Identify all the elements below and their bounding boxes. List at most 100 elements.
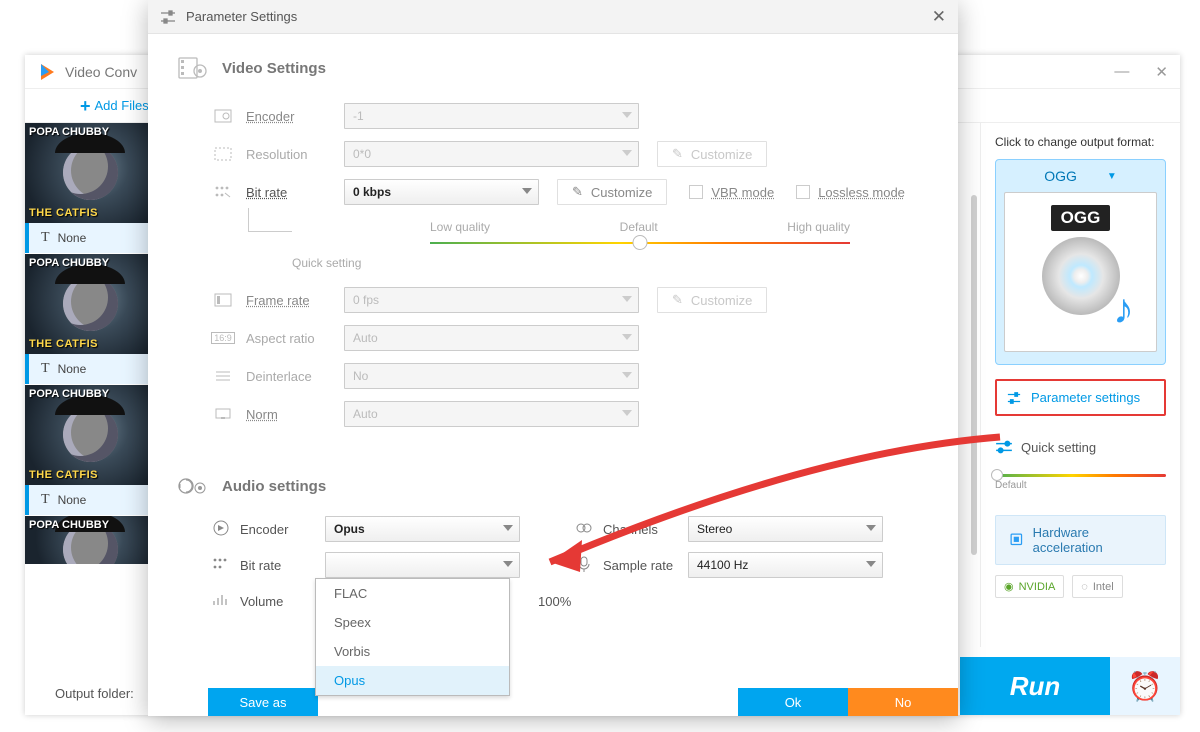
chevron-down-icon — [622, 372, 632, 378]
sliders-icon — [1007, 391, 1021, 405]
framerate-icon — [212, 293, 234, 307]
volume-icon — [212, 593, 230, 610]
pencil-icon: ✎ — [672, 146, 683, 162]
intel-badge[interactable]: ◌ Intel — [1072, 575, 1122, 598]
lossless-label: Lossless mode — [818, 185, 905, 200]
framerate-combo: 0 fps — [344, 287, 639, 313]
film-gear-icon — [178, 56, 208, 80]
chevron-down-icon — [866, 561, 876, 567]
video-thumbnail: POPA CHUBBY — [25, 516, 155, 564]
channels-combo[interactable]: Stereo — [688, 516, 883, 542]
ok-button[interactable]: Ok — [738, 688, 848, 716]
encoder-icon — [212, 519, 230, 540]
default-quality-label: Default — [620, 220, 658, 234]
thumb-subtitle: THE CATFIS — [29, 469, 151, 481]
minimize-icon[interactable]: — — [1114, 63, 1129, 81]
output-format-box[interactable]: OGG ▼ OGG ♪ — [995, 159, 1166, 365]
bitrate-icon — [212, 557, 230, 574]
audio-bitrate-combo[interactable] — [325, 552, 520, 578]
video-settings-header: Video Settings — [178, 56, 928, 80]
resolution-label: Resolution — [234, 147, 344, 162]
video-encoder-combo: -1 — [344, 103, 639, 129]
lossless-checkbox[interactable] — [796, 185, 810, 199]
audio-bitrate-label: Bit rate — [230, 558, 325, 573]
slider-handle[interactable] — [991, 469, 1003, 481]
chevron-down-icon — [622, 410, 632, 416]
video-subtitle-tag[interactable]: TNone — [25, 485, 155, 515]
dropdown-option[interactable]: FLAC — [316, 579, 509, 608]
scrollbar[interactable] — [971, 195, 977, 555]
add-files-button[interactable]: + Add Files — [80, 97, 149, 115]
video-thumbnail: POPA CHUBBY THE CATFIS — [25, 254, 155, 354]
norm-label: Norm — [234, 407, 344, 422]
customize-resolution-button: ✎Customize — [657, 141, 767, 167]
deinterlace-label: Deinterlace — [234, 369, 344, 384]
alarm-button[interactable]: ⏰ — [1110, 657, 1180, 715]
dialog-titlebar: Parameter Settings ✕ — [148, 0, 958, 34]
aspect-icon: 16:9 — [212, 332, 234, 344]
volume-label: Volume — [230, 594, 325, 609]
bitrate-label: Bit rate — [234, 185, 344, 200]
app-logo-icon — [37, 62, 57, 82]
video-bitrate-combo[interactable]: 0 kbps — [344, 179, 539, 205]
close-icon[interactable]: ✕ — [1155, 63, 1168, 81]
quality-slider[interactable] — [430, 242, 850, 244]
video-subtitle-tag[interactable]: TNone — [25, 223, 155, 253]
chevron-down-icon: ▼ — [1107, 171, 1117, 182]
video-item[interactable]: POPA CHUBBY THE CATFIS TNone — [25, 254, 155, 384]
channels-label: Channels — [593, 522, 688, 537]
dialog-close-button[interactable]: ✕ — [932, 7, 946, 27]
high-quality-label: High quality — [787, 220, 850, 234]
video-item[interactable]: POPA CHUBBY THE CATFIS TNone — [25, 123, 155, 253]
music-note-icon: ♪ — [1113, 285, 1134, 333]
add-files-label: Add Files — [95, 98, 149, 113]
quick-setting-label: Quick setting — [1021, 440, 1096, 455]
video-item[interactable]: POPA CHUBBY — [25, 516, 155, 564]
hardware-accel-button[interactable]: Hardware acceleration — [995, 515, 1166, 565]
slider-handle[interactable] — [633, 235, 648, 250]
text-icon: T — [41, 230, 50, 246]
sliders-icon — [160, 9, 176, 25]
video-subtitle-tag[interactable]: TNone — [25, 354, 155, 384]
save-as-button[interactable]: Save as — [208, 688, 318, 716]
chip-icon — [1008, 531, 1025, 549]
right-panel: Click to change output format: OGG ▼ OGG… — [980, 123, 1180, 647]
parameter-settings-label: Parameter settings — [1031, 390, 1140, 405]
format-preview: OGG ♪ — [1004, 192, 1157, 352]
dropdown-option[interactable]: Speex — [316, 608, 509, 637]
vbr-label: VBR mode — [711, 185, 774, 200]
default-label: Default — [995, 480, 1166, 491]
resolution-icon — [212, 147, 234, 161]
parameter-settings-button[interactable]: Parameter settings — [995, 379, 1166, 416]
volume-percent: 100% — [538, 594, 571, 609]
samplerate-combo[interactable]: 44100 Hz — [688, 552, 883, 578]
chevron-down-icon — [866, 525, 876, 531]
chevron-down-icon — [622, 296, 632, 302]
text-icon: T — [41, 492, 50, 508]
bitrate-icon — [212, 185, 234, 199]
dropdown-option[interactable]: Vorbis — [316, 637, 509, 666]
audio-encoder-dropdown[interactable]: FLAC Speex Vorbis Opus — [315, 578, 510, 696]
vbr-checkbox[interactable] — [689, 185, 703, 199]
dropdown-option-selected[interactable]: Opus — [316, 666, 509, 695]
aspect-label: Aspect ratio — [234, 331, 344, 346]
thumb-title: POPA CHUBBY — [29, 520, 109, 531]
dialog-title: Parameter Settings — [186, 9, 297, 24]
output-folder-label: Output folder: — [55, 686, 134, 701]
speaker-gear-icon — [178, 474, 208, 498]
quick-setting-link[interactable]: Quick setting — [995, 438, 1166, 456]
video-item[interactable]: POPA CHUBBY THE CATFIS TNone — [25, 385, 155, 515]
quick-setting-slider[interactable]: Default — [995, 474, 1166, 491]
audio-encoder-label: Encoder — [230, 522, 325, 537]
video-thumbnail: POPA CHUBBY THE CATFIS — [25, 385, 155, 485]
audio-encoder-combo[interactable]: Opus — [325, 516, 520, 542]
text-icon: T — [41, 361, 50, 377]
customize-bitrate-button[interactable]: ✎Customize — [557, 179, 667, 205]
nvidia-badge[interactable]: ◉ NVIDIA — [995, 575, 1064, 598]
run-button[interactable]: Run — [960, 657, 1110, 715]
video-thumbnail: POPA CHUBBY THE CATFIS — [25, 123, 155, 223]
format-name: OGG — [1044, 168, 1077, 184]
chevron-down-icon — [503, 525, 513, 531]
app-title: Video Conv — [65, 64, 137, 80]
no-button[interactable]: No — [848, 688, 958, 716]
